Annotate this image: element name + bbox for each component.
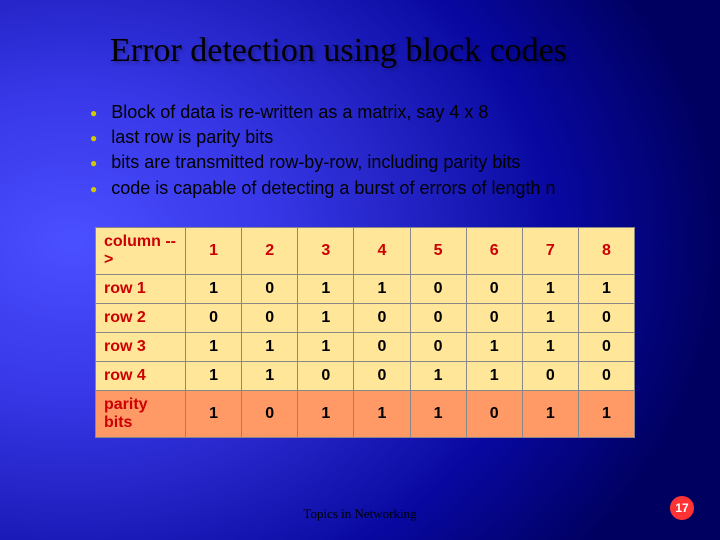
row-label: row 4: [96, 361, 186, 390]
cell: 1: [186, 361, 242, 390]
bullet-text: bits are transmitted row-by-row, includi…: [111, 150, 520, 175]
cell: 1: [186, 390, 242, 437]
row-label: row 3: [96, 332, 186, 361]
cell: 1: [354, 390, 410, 437]
col-header: 4: [354, 227, 410, 274]
header-label: column -->: [96, 227, 186, 274]
bullet-item: code is capable of detecting a burst of …: [90, 176, 720, 201]
cell: 0: [466, 390, 522, 437]
cell: 0: [354, 361, 410, 390]
parity-row: parity bits 1 0 1 1 1 0 1 1: [96, 390, 635, 437]
bullet-list: Block of data is re-written as a matrix,…: [0, 70, 720, 201]
cell: 0: [578, 361, 634, 390]
cell: 1: [298, 332, 354, 361]
page-number-badge: 17: [670, 496, 694, 520]
data-table-container: column --> 1 2 3 4 5 6 7 8 row 1 1 0 1 1…: [95, 227, 635, 438]
cell: 0: [410, 303, 466, 332]
block-code-table: column --> 1 2 3 4 5 6 7 8 row 1 1 0 1 1…: [95, 227, 635, 438]
row-label: row 1: [96, 274, 186, 303]
bullet-item: bits are transmitted row-by-row, includi…: [90, 150, 720, 175]
col-header: 3: [298, 227, 354, 274]
cell: 1: [298, 390, 354, 437]
row-label: row 2: [96, 303, 186, 332]
bullet-text: last row is parity bits: [111, 125, 273, 150]
cell: 1: [522, 390, 578, 437]
cell: 1: [522, 332, 578, 361]
cell: 1: [466, 361, 522, 390]
cell: 1: [410, 390, 466, 437]
col-header: 1: [186, 227, 242, 274]
cell: 1: [522, 274, 578, 303]
col-header: 6: [466, 227, 522, 274]
cell: 0: [410, 274, 466, 303]
table-header-row: column --> 1 2 3 4 5 6 7 8: [96, 227, 635, 274]
col-header: 7: [522, 227, 578, 274]
bullet-text: Block of data is re-written as a matrix,…: [111, 100, 488, 125]
cell: 1: [578, 390, 634, 437]
footer-text: Topics in Networking: [0, 506, 720, 522]
parity-label: parity bits: [96, 390, 186, 437]
cell: 1: [242, 332, 298, 361]
table-row: row 3 1 1 1 0 0 1 1 0: [96, 332, 635, 361]
cell: 0: [242, 274, 298, 303]
col-header: 5: [410, 227, 466, 274]
cell: 0: [578, 332, 634, 361]
bullet-item: Block of data is re-written as a matrix,…: [90, 100, 720, 125]
cell: 0: [354, 332, 410, 361]
cell: 0: [298, 361, 354, 390]
table-row: row 1 1 0 1 1 0 0 1 1: [96, 274, 635, 303]
cell: 1: [186, 274, 242, 303]
cell: 1: [466, 332, 522, 361]
col-header: 8: [578, 227, 634, 274]
cell: 0: [466, 303, 522, 332]
table-row: row 4 1 1 0 0 1 1 0 0: [96, 361, 635, 390]
cell: 0: [522, 361, 578, 390]
cell: 0: [242, 303, 298, 332]
col-header: 2: [242, 227, 298, 274]
cell: 1: [354, 274, 410, 303]
cell: 0: [186, 303, 242, 332]
cell: 0: [578, 303, 634, 332]
cell: 1: [578, 274, 634, 303]
cell: 0: [466, 274, 522, 303]
bullet-item: last row is parity bits: [90, 125, 720, 150]
cell: 1: [410, 361, 466, 390]
cell: 0: [354, 303, 410, 332]
slide-title: Error detection using block codes: [0, 0, 720, 70]
cell: 1: [242, 361, 298, 390]
cell: 1: [522, 303, 578, 332]
cell: 0: [242, 390, 298, 437]
cell: 0: [410, 332, 466, 361]
cell: 1: [186, 332, 242, 361]
cell: 1: [298, 303, 354, 332]
bullet-text: code is capable of detecting a burst of …: [111, 176, 555, 201]
table-row: row 2 0 0 1 0 0 0 1 0: [96, 303, 635, 332]
cell: 1: [298, 274, 354, 303]
